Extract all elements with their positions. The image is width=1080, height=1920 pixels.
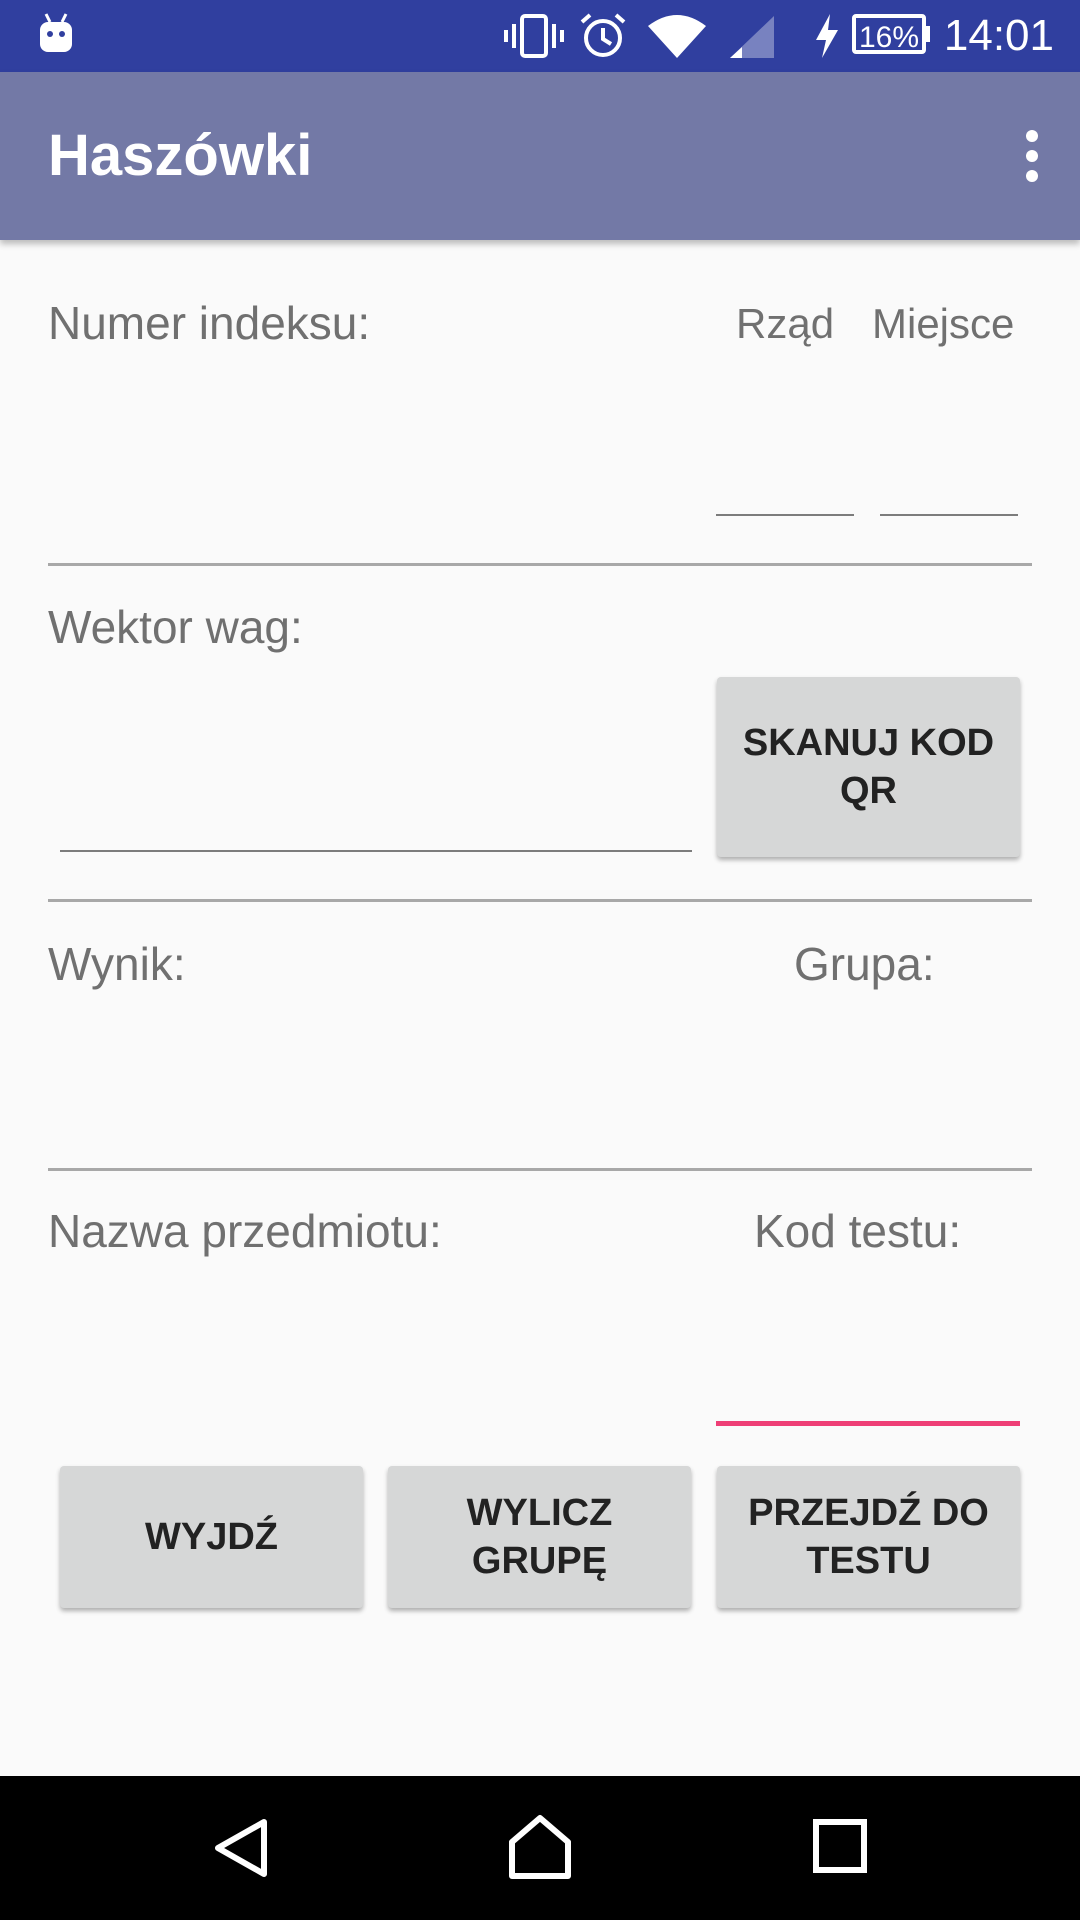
subject-label: Nazwa przedmiotu:	[48, 1205, 442, 1257]
recents-icon[interactable]	[812, 1818, 868, 1874]
index-label: Numer indeksu:	[48, 297, 371, 349]
row-label: Rząd	[736, 300, 835, 347]
group-label: Grupa:	[794, 938, 935, 990]
exit-button[interactable]: WYJDŹ	[60, 1466, 363, 1608]
cell-signal-icon	[730, 16, 774, 58]
battery-icon: 16%	[852, 14, 926, 54]
test-code-input[interactable]	[714, 1340, 1022, 1426]
divider-3	[48, 1168, 1032, 1171]
test-code-label: Kod testu:	[754, 1205, 962, 1257]
wifi-icon	[648, 15, 706, 58]
seat-label: Miejsce	[872, 300, 1015, 347]
row-input-underline	[716, 514, 854, 516]
back-icon[interactable]	[210, 1816, 272, 1880]
android-notification-icon	[40, 13, 72, 52]
weights-input[interactable]	[58, 760, 694, 852]
alarm-icon	[580, 13, 626, 57]
home-icon[interactable]	[508, 1814, 572, 1880]
weights-label: Wektor wag:	[48, 601, 303, 653]
go-to-test-button[interactable]: PRZEJDŹ DO TESTU	[717, 1466, 1020, 1608]
row-input[interactable]	[714, 440, 856, 516]
compute-group-button[interactable]: WYLICZ GRUPĘ	[388, 1466, 691, 1608]
battery-percent: 16%	[858, 21, 920, 54]
seat-input-underline	[880, 514, 1018, 516]
seat-input[interactable]	[878, 440, 1020, 516]
battery-tip	[924, 26, 930, 42]
weights-input-underline	[60, 850, 692, 852]
test-code-input-underline	[716, 1421, 1020, 1426]
status-time: 14:01	[943, 11, 1054, 60]
status-bar: 16% 14:01	[0, 0, 1080, 72]
divider-2	[48, 899, 1032, 902]
app-title: Haszówki	[48, 123, 313, 188]
divider-1	[48, 563, 1032, 566]
scan-qr-button[interactable]: SKANUJ KOD QR	[717, 677, 1020, 857]
charging-icon	[816, 14, 838, 58]
result-label: Wynik:	[48, 938, 186, 990]
app-bar: Haszówki	[0, 72, 1080, 240]
vibrate-icon	[504, 14, 564, 58]
navigation-bar	[0, 1776, 1080, 1920]
more-vert-icon[interactable]	[1012, 126, 1052, 186]
